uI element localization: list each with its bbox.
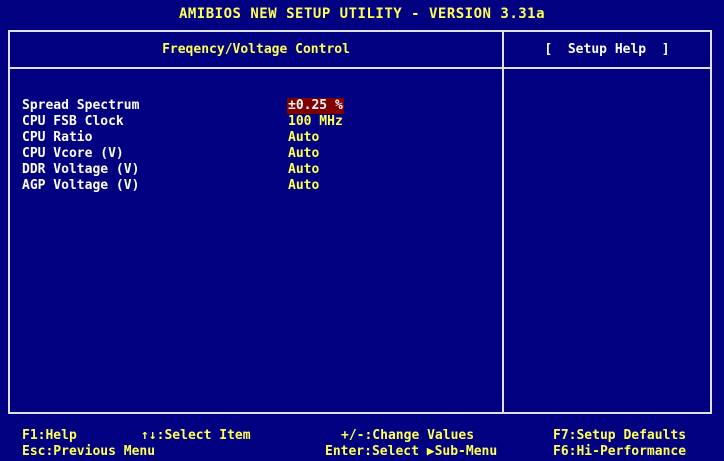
key-select-item: ↑↓:Select Item	[141, 428, 251, 443]
setting-value[interactable]: Auto	[287, 178, 320, 194]
setting-label: CPU Ratio	[22, 130, 93, 145]
key-select-submenu: Enter:Select ▶Sub-Menu	[325, 444, 498, 459]
setting-row-spread-spectrum[interactable]: Spread Spectrum ±0.25 %	[22, 98, 492, 114]
setting-label: CPU FSB Clock	[22, 114, 124, 129]
key-legend: F1:Help ↑↓:Select Item +/-:Change Values…	[0, 414, 724, 461]
setting-label: AGP Voltage (V)	[22, 178, 140, 193]
setting-row-cpu-ratio[interactable]: CPU Ratio Auto	[22, 130, 492, 146]
setting-row-ddr-voltage[interactable]: DDR Voltage (V) Auto	[22, 162, 492, 178]
setting-row-agp-voltage[interactable]: AGP Voltage (V) Auto	[22, 178, 492, 194]
key-hi-performance: F6:Hi-Performance	[553, 444, 687, 459]
key-change-values: +/-:Change Values	[341, 428, 475, 443]
key-setup-defaults: F7:Setup Defaults	[553, 428, 687, 443]
setting-value[interactable]: Auto	[287, 162, 320, 178]
key-help: F1:Help	[22, 428, 77, 443]
panel-title: Freqency/Voltage Control	[162, 42, 350, 57]
setting-value-selected[interactable]: ±0.25 %	[287, 98, 344, 114]
setting-label: CPU Vcore (V)	[22, 146, 124, 161]
help-pane	[504, 69, 710, 412]
window-title: AMIBIOS NEW SETUP UTILITY - VERSION 3.31…	[0, 0, 724, 28]
key-previous-menu: Esc:Previous Menu	[22, 444, 156, 459]
setting-value[interactable]: 100 MHz	[287, 114, 344, 130]
setting-row-cpu-fsb-clock[interactable]: CPU FSB Clock 100 MHz	[22, 114, 492, 130]
setting-label: DDR Voltage (V)	[22, 162, 140, 177]
setting-label: Spread Spectrum	[22, 98, 140, 113]
setting-row-cpu-vcore[interactable]: CPU Vcore (V) Auto	[22, 146, 492, 162]
help-title: [ Setup Help ]	[544, 42, 670, 57]
setting-value[interactable]: Auto	[287, 146, 320, 162]
setting-value[interactable]: Auto	[287, 130, 320, 146]
settings-list: Spread Spectrum ±0.25 % CPU FSB Clock 10…	[22, 98, 492, 194]
